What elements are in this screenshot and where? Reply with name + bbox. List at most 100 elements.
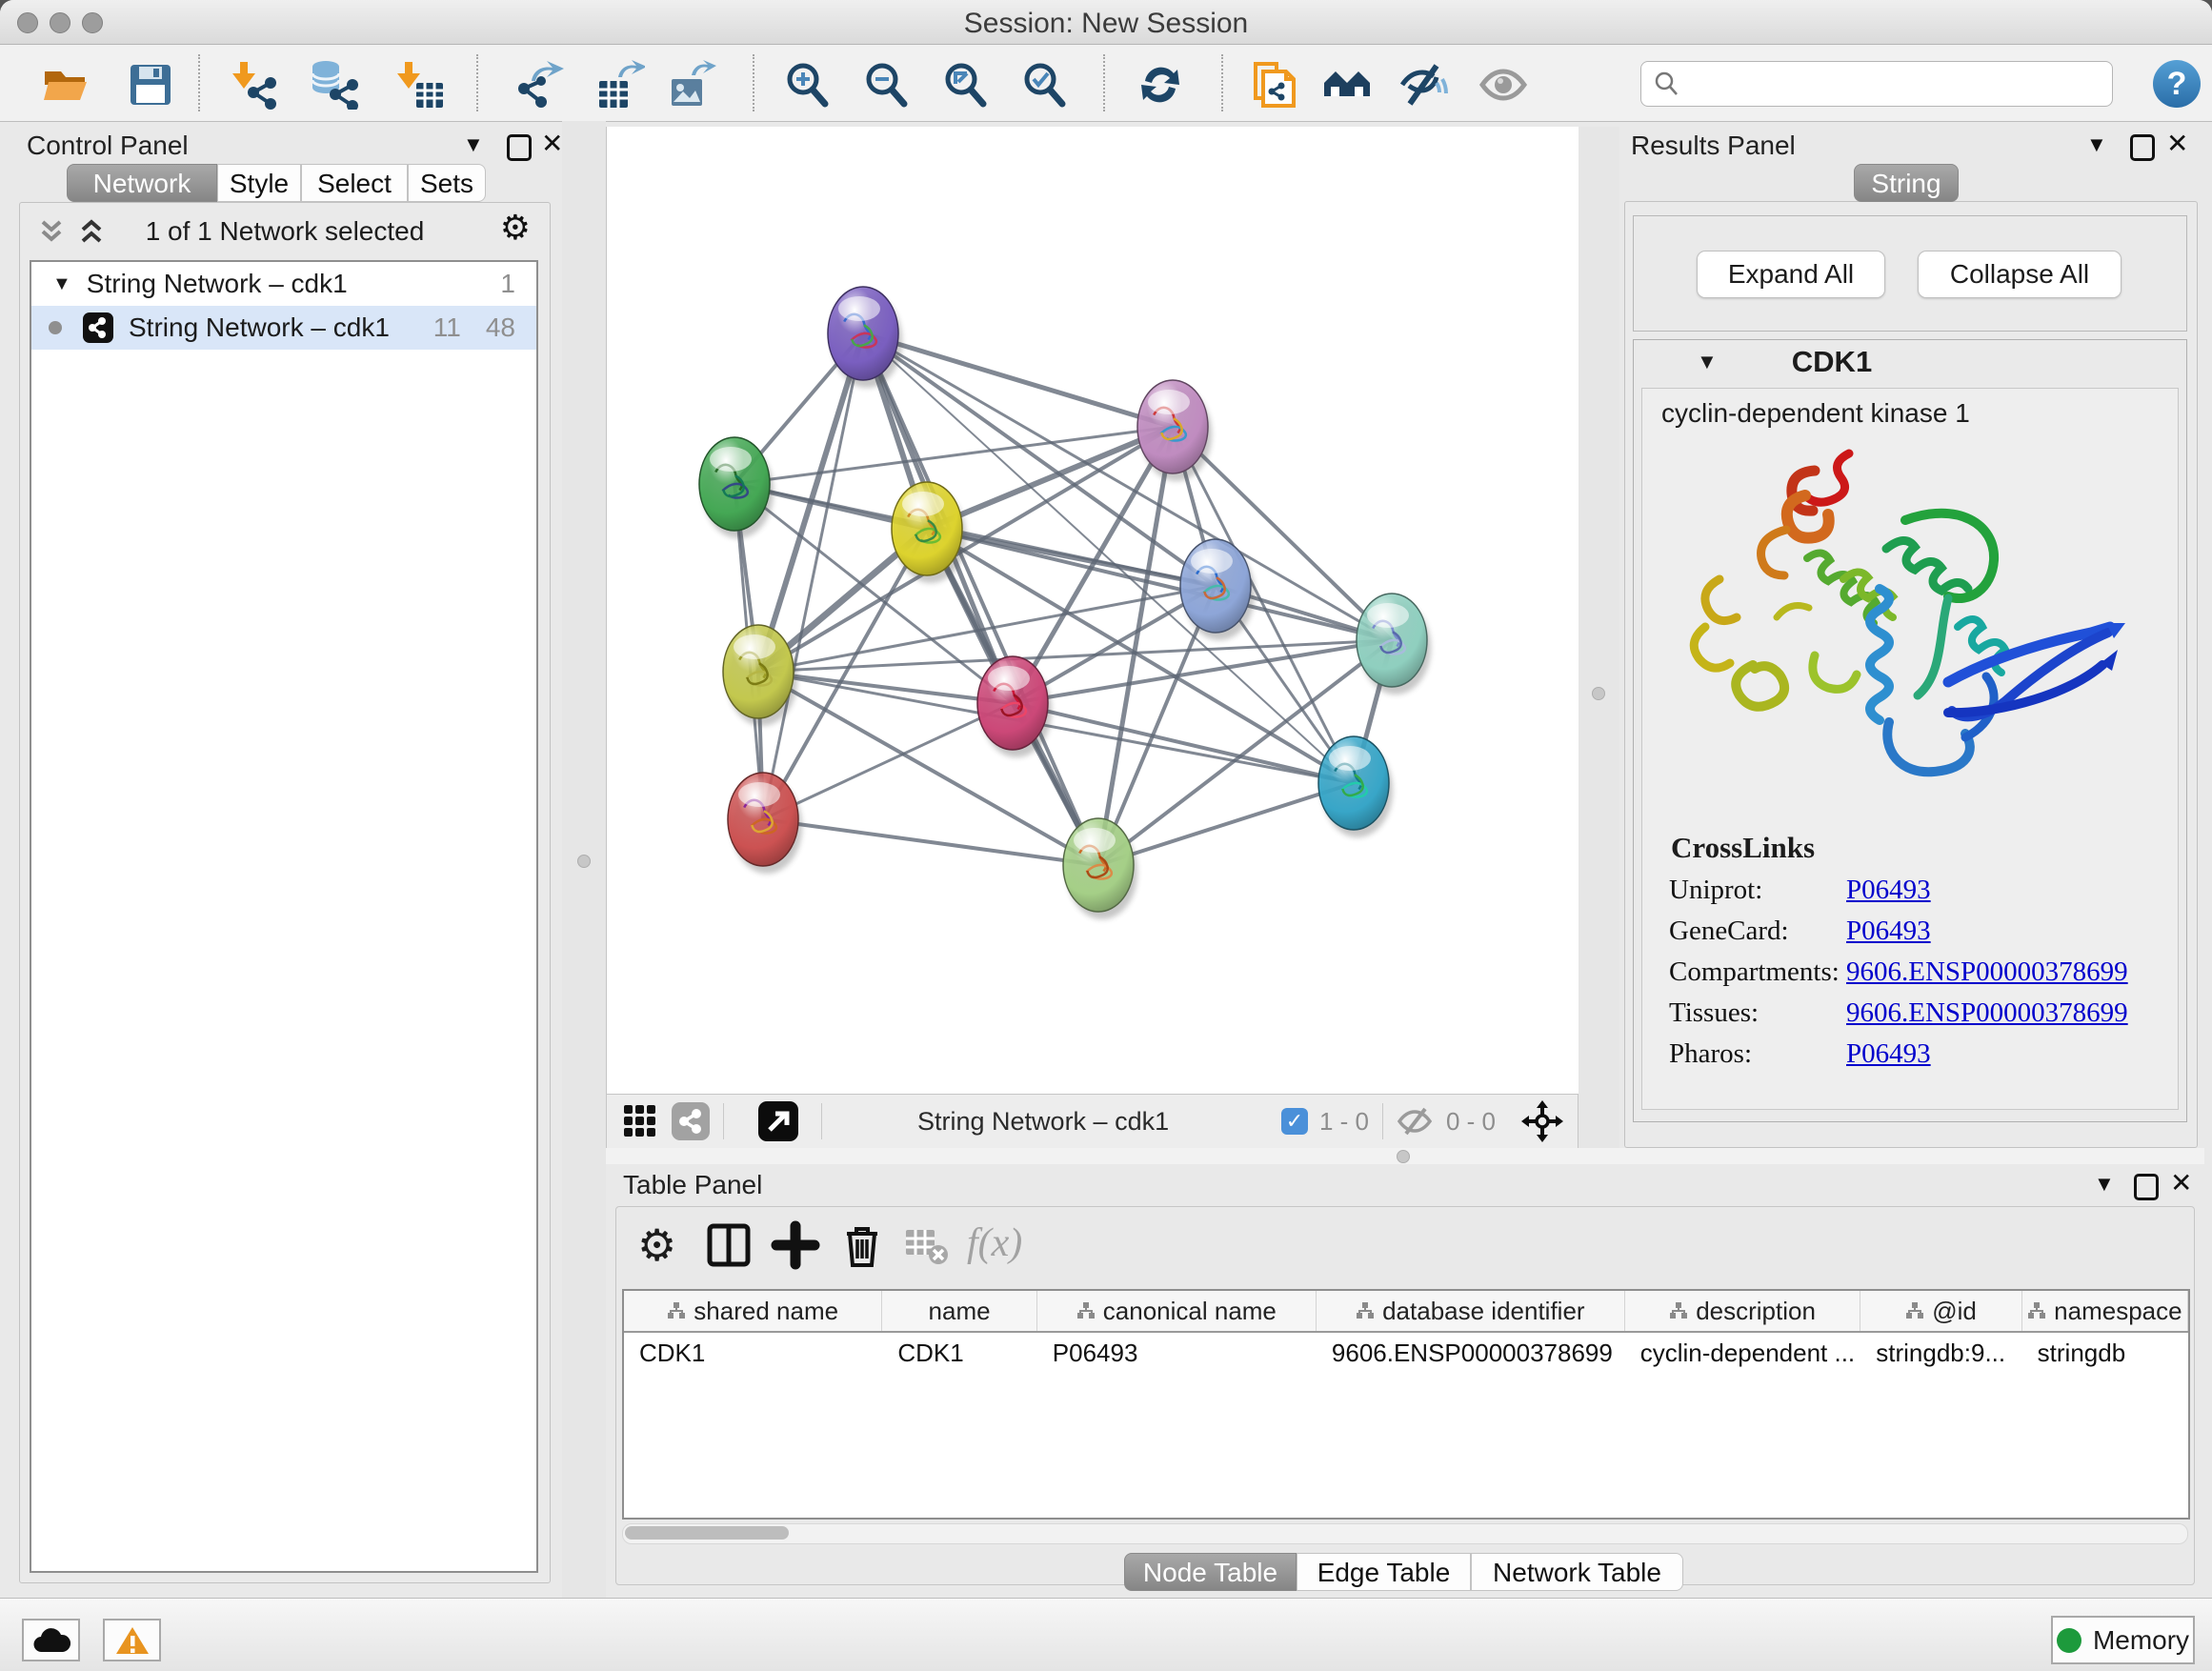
table-horizontal-scrollbar[interactable] <box>622 1523 2188 1544</box>
column-header-namespace[interactable]: namespace <box>2022 1291 2188 1331</box>
add-column-icon[interactable] <box>771 1220 820 1270</box>
show-panel-eye-icon[interactable] <box>1478 60 1528 110</box>
show-columns-icon[interactable] <box>704 1220 754 1270</box>
network-node-CCNB2[interactable] <box>828 287 902 388</box>
import-network-database-icon[interactable] <box>310 60 359 110</box>
open-session-icon[interactable] <box>40 60 90 110</box>
grid-view-icon[interactable] <box>622 1103 658 1139</box>
tab-select[interactable]: Select <box>301 164 408 202</box>
panel-float-icon[interactable] <box>2130 134 2155 161</box>
tab-network-table[interactable]: Network Table <box>1471 1553 1683 1591</box>
scrollbar-thumb[interactable] <box>625 1526 789 1540</box>
panel-close-icon[interactable]: ✕ <box>2166 128 2188 159</box>
delete-column-trash-icon[interactable] <box>837 1220 887 1270</box>
refresh-icon[interactable] <box>1136 60 1185 110</box>
panel-close-icon[interactable]: ✕ <box>2170 1167 2192 1198</box>
hide-panel-eye-slash-icon[interactable] <box>1398 60 1448 110</box>
panel-float-icon[interactable] <box>507 134 532 161</box>
tree-expander-icon[interactable]: ▼ <box>52 273 71 295</box>
panel-menu-icon[interactable]: ▼ <box>2086 132 2107 157</box>
string-document-icon[interactable] <box>1250 60 1299 110</box>
crosslink-row: Compartments:9606.ENSP00000378699 <box>1669 956 2178 988</box>
network-share-view-icon[interactable] <box>672 1102 710 1140</box>
network-node-CCNB1[interactable] <box>723 625 797 726</box>
crosslink-link[interactable]: P06493 <box>1846 1038 1931 1070</box>
column-header-name[interactable]: name <box>882 1291 1036 1331</box>
network-node-CDKN1A[interactable] <box>1318 736 1393 837</box>
network-node-CCNA2[interactable] <box>977 656 1052 757</box>
crosslink-link[interactable]: P06493 <box>1846 875 1931 906</box>
protein-structure-image <box>1662 436 2158 817</box>
network-options-gear-icon[interactable]: ⚙ <box>500 211 531 245</box>
collapse-all-button[interactable]: Collapse All <box>1918 251 2122 298</box>
tab-network[interactable]: Network <box>67 164 217 202</box>
vertical-splitter[interactable] <box>562 121 606 1598</box>
hidden-node-edge-counts: 0 - 0 <box>1446 1107 1496 1137</box>
network-view-canvas[interactable]: CCNB2CCNA1CDC25BCDK1CDC6RB1CCNB1CCNA2CDK… <box>606 127 1580 1094</box>
import-network-file-icon[interactable] <box>229 60 278 110</box>
panel-close-icon[interactable]: ✕ <box>541 128 563 159</box>
crosslink-link[interactable]: 9606.ENSP00000378699 <box>1846 956 2128 988</box>
home-legacy-icon[interactable] <box>1322 60 1372 110</box>
crosslink-link[interactable]: P06493 <box>1846 916 1931 947</box>
cell-description[interactable]: cyclin-dependent ... <box>1625 1333 1861 1373</box>
export-table-icon[interactable] <box>595 60 645 110</box>
warnings-button[interactable] <box>103 1619 161 1661</box>
network-collection-row[interactable]: ▼ String Network – cdk1 1 <box>31 262 536 306</box>
column-header-canonical-name[interactable]: canonical name <box>1037 1291 1317 1331</box>
birdseye-view-icon[interactable] <box>758 1101 798 1141</box>
panel-menu-icon[interactable]: ▼ <box>463 132 484 157</box>
cloud-status-button[interactable] <box>22 1619 80 1661</box>
zoom-out-icon[interactable] <box>862 60 912 110</box>
crosslink-link[interactable]: 9606.ENSP00000378699 <box>1846 997 2128 1029</box>
memory-button[interactable]: Memory <box>2051 1616 2195 1664</box>
column-header--id[interactable]: @id <box>1860 1291 2021 1331</box>
network-node-CCNE1[interactable] <box>1063 818 1137 919</box>
column-header-description[interactable]: description <box>1625 1291 1861 1331</box>
hidden-items-eye-slash-icon[interactable] <box>1397 1106 1435 1137</box>
selected-items-checkbox-icon[interactable]: ✓ <box>1281 1108 1308 1135</box>
section-expander-icon[interactable]: ▼ <box>1697 350 1718 374</box>
tab-edge-table[interactable]: Edge Table <box>1297 1553 1471 1591</box>
column-header-database-identifier[interactable]: database identifier <box>1317 1291 1625 1331</box>
zoom-fit-icon[interactable] <box>941 60 991 110</box>
panel-menu-icon[interactable]: ▼ <box>2094 1172 2115 1197</box>
splitter-handle[interactable] <box>577 855 591 868</box>
save-session-icon[interactable] <box>126 60 175 110</box>
zoom-in-icon[interactable] <box>783 60 833 110</box>
delete-table-icon-disabled <box>902 1220 952 1270</box>
results-buttons-box: Expand All Collapse All <box>1633 215 2187 332</box>
network-node-RB1[interactable] <box>1357 594 1431 695</box>
network-node-HIST1H1A[interactable] <box>728 773 802 874</box>
import-table-icon[interactable] <box>395 60 445 110</box>
memory-label: Memory <box>2093 1625 2189 1656</box>
help-button[interactable]: ? <box>2153 60 2201 108</box>
export-network-icon[interactable] <box>514 60 564 110</box>
table-options-gear-icon[interactable]: ⚙ <box>637 1220 687 1270</box>
tab-node-table[interactable]: Node Table <box>1124 1553 1297 1591</box>
splitter-handle[interactable] <box>1397 1150 1410 1163</box>
cell-shared-name[interactable]: CDK1 <box>624 1333 882 1373</box>
cell-name[interactable]: CDK1 <box>882 1333 1036 1373</box>
cell-database-identifier[interactable]: 9606.ENSP00000378699 <box>1317 1333 1625 1373</box>
network-row-selected[interactable]: String Network – cdk1 11 48 <box>31 306 536 350</box>
node-count: 11 <box>433 312 461 343</box>
tab-string[interactable]: String <box>1854 164 1959 202</box>
cell-namespace[interactable]: stringdb <box>2022 1333 2188 1373</box>
zoom-selected-icon[interactable] <box>1020 60 1070 110</box>
cell--id[interactable]: stringdb:9... <box>1860 1333 2021 1373</box>
cell-canonical-name[interactable]: P06493 <box>1037 1333 1317 1373</box>
export-image-icon[interactable] <box>667 60 716 110</box>
pan-crosshair-icon[interactable] <box>1520 1099 1564 1143</box>
tab-style[interactable]: Style <box>217 164 301 202</box>
panel-float-icon[interactable] <box>2134 1174 2159 1200</box>
vertical-splitter-right[interactable] <box>1579 127 1619 1148</box>
column-header-shared-name[interactable]: shared name <box>624 1291 882 1331</box>
splitter-handle[interactable] <box>1592 687 1605 700</box>
horizontal-splitter[interactable] <box>606 1148 2204 1164</box>
tab-sets[interactable]: Sets <box>408 164 486 202</box>
expand-all-button[interactable]: Expand All <box>1697 251 1885 298</box>
node-table-row[interactable]: CDK1CDK1P064939606.ENSP00000378699cyclin… <box>624 1333 2188 1373</box>
gene-section-header[interactable]: ▼ CDK1 <box>1634 340 2186 384</box>
search-input[interactable] <box>1689 64 2112 104</box>
